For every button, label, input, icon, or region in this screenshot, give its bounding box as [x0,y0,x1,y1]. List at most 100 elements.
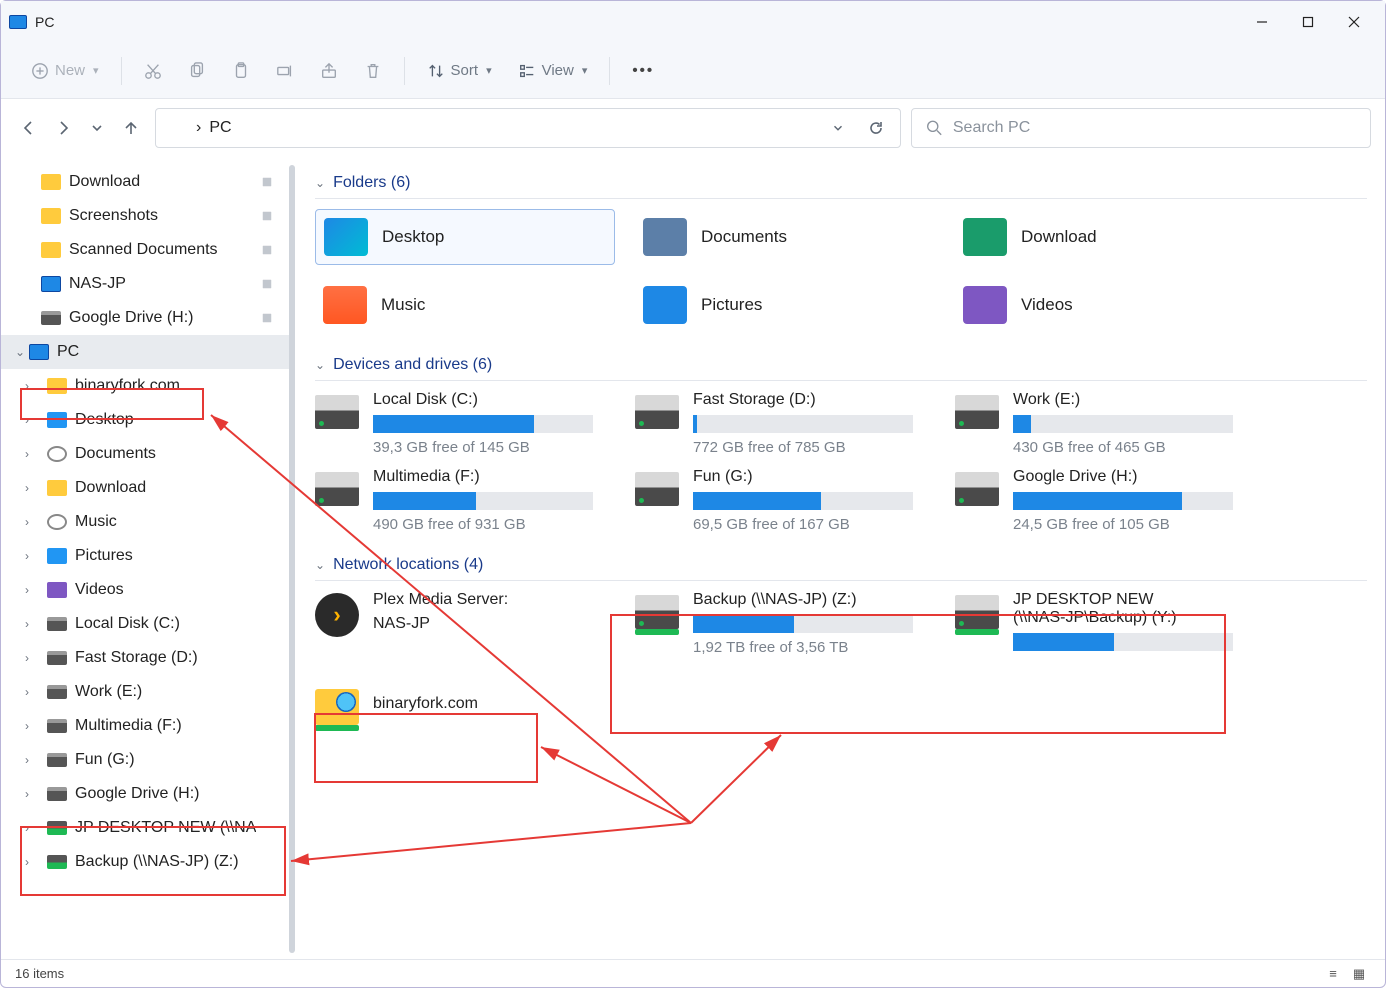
close-button[interactable] [1331,7,1377,37]
folder-tile[interactable]: Download [955,209,1255,265]
address-dropdown-button[interactable] [824,114,852,142]
sidebar-item[interactable]: ›Music [1,505,289,539]
folder-tile[interactable]: Pictures [635,277,935,333]
minimize-button[interactable] [1239,7,1285,37]
address-bar[interactable]: › PC [155,108,901,148]
chevron-right-icon[interactable]: › [25,481,29,495]
sidebar-item[interactable]: Google Drive (H:) [1,301,289,335]
internet-location-icon [315,689,359,725]
search-box[interactable] [911,108,1371,148]
chevron-right-icon[interactable]: › [25,515,29,529]
sort-button[interactable]: Sort ▾ [417,53,502,89]
sidebar-item[interactable]: ›Multimedia (F:) [1,709,289,743]
folder-tile[interactable]: Music [315,277,615,333]
share-button[interactable] [310,53,348,89]
chevron-right-icon[interactable]: › [25,719,29,733]
folder-tile[interactable]: Videos [955,277,1255,333]
item-icon [47,821,67,835]
network-tile-plex[interactable]: ›Plex Media Server:NAS-JP [315,591,615,639]
maximize-button[interactable] [1285,7,1331,37]
sidebar-item-label: Local Disk (C:) [75,615,180,633]
sidebar-item[interactable]: ›Work (E:) [1,675,289,709]
chevron-down-icon: ⌄ [315,558,325,572]
chevron-down-icon: ⌄ [315,176,325,190]
chevron-right-icon[interactable]: › [25,855,29,869]
group-header-drives[interactable]: ⌄ Devices and drives (6) [315,349,1367,381]
sidebar-item[interactable]: Screenshots [1,199,289,233]
rename-button[interactable] [266,53,304,89]
network-tile-jpdesktop[interactable]: JP DESKTOP NEW (\\NAS-JP\Backup) (Y:) [955,591,1255,657]
folder-tile[interactable]: Desktop [315,209,615,265]
sidebar-item[interactable]: ›JP DESKTOP NEW (\\NA [1,811,289,845]
sidebar-item[interactable]: › Local Disk (C:) [1,607,289,641]
drive-name: JP DESKTOP NEW [1013,591,1255,609]
sidebar-item[interactable]: NAS-JP [1,267,289,301]
folder-tile[interactable]: Documents [635,209,935,265]
copy-button[interactable] [178,53,216,89]
sidebar-item[interactable]: Download [1,165,289,199]
chevron-right-icon[interactable]: › [25,753,29,767]
item-count: 16 items [15,966,64,981]
chevron-right-icon[interactable]: › [25,549,29,563]
tiles-view-button[interactable]: ▦ [1347,964,1371,984]
search-input[interactable] [953,119,1356,137]
drive-tile[interactable]: Multimedia (F:) 490 GB free of 931 GB [315,468,615,533]
chevron-right-icon[interactable]: › [25,379,29,393]
sidebar-item-label: Download [69,173,140,191]
network-tile-backup[interactable]: Backup (\\NAS-JP) (Z:) 1,92 TB free of 3… [635,591,935,656]
chevron-right-icon[interactable]: › [25,787,29,801]
group-header-network[interactable]: ⌄ Network locations (4) [315,549,1367,581]
sidebar-item[interactable]: ›Fun (G:) [1,743,289,777]
folder-icon [41,208,61,224]
back-button[interactable] [15,114,43,142]
view-button[interactable]: View ▾ [508,53,598,89]
chevron-right-icon[interactable]: › [25,413,29,427]
chevron-right-icon[interactable]: › [25,685,29,699]
network-tile-binaryfork[interactable]: binaryfork.com [315,689,615,725]
chevron-right-icon[interactable]: › [25,651,29,665]
drive-tile[interactable]: Local Disk (C:) 39,3 GB free of 145 GB [315,391,615,456]
drive-name: Multimedia (F:) [373,468,615,486]
sidebar-item[interactable]: ›binaryfork.com [1,369,289,403]
chevron-right-icon[interactable]: › [25,447,29,461]
drive-tile[interactable]: Work (E:) 430 GB free of 465 GB [955,391,1255,456]
chevron-down-icon[interactable]: ⌄ [15,345,25,359]
sidebar-item[interactable]: ›Fast Storage (D:) [1,641,289,675]
details-view-button[interactable]: ≡ [1321,964,1345,984]
sidebar-item[interactable]: ›Google Drive (H:) [1,777,289,811]
item-icon [47,719,67,733]
drive-tile[interactable]: Fun (G:) 69,5 GB free of 167 GB [635,468,935,533]
item-icon [47,582,67,598]
scrollbar[interactable] [289,165,295,953]
sidebar-item[interactable]: ›Documents [1,437,289,471]
delete-button[interactable] [354,53,392,89]
ellipsis-icon: ••• [632,62,654,79]
chevron-right-icon[interactable]: › [25,617,29,631]
sidebar-item-label: PC [57,343,79,361]
forward-button[interactable] [49,114,77,142]
sidebar-item[interactable]: ›Pictures [1,539,289,573]
recent-locations-button[interactable] [83,114,111,142]
sidebar-item[interactable]: Scanned Documents [1,233,289,267]
group-header-folders[interactable]: ⌄ Folders (6) [315,167,1367,199]
up-button[interactable] [117,114,145,142]
breadcrumb-pc[interactable]: PC [209,119,231,137]
paste-button[interactable] [222,53,260,89]
sidebar-item-pc[interactable]: ⌄ PC [1,335,289,369]
sidebar-item[interactable]: ›Desktop [1,403,289,437]
sidebar-item-label: Download [75,479,146,497]
drive-tile[interactable]: Fast Storage (D:) 772 GB free of 785 GB [635,391,935,456]
drive-name: Work (E:) [1013,391,1255,409]
sidebar-item[interactable]: › Download [1,471,289,505]
chevron-right-icon[interactable]: › [25,821,29,835]
new-button[interactable]: New ▾ [21,53,109,89]
sidebar-item[interactable]: ›Backup (\\NAS-JP) (Z:) [1,845,289,879]
network-name: Plex Media Server: [373,591,508,609]
cut-button[interactable] [134,53,172,89]
chevron-right-icon[interactable]: › [25,583,29,597]
sidebar-item[interactable]: ›Videos [1,573,289,607]
group-title: Network locations (4) [333,556,483,574]
refresh-button[interactable] [862,114,890,142]
more-button[interactable]: ••• [622,53,664,89]
drive-tile[interactable]: Google Drive (H:) 24,5 GB free of 105 GB [955,468,1255,533]
